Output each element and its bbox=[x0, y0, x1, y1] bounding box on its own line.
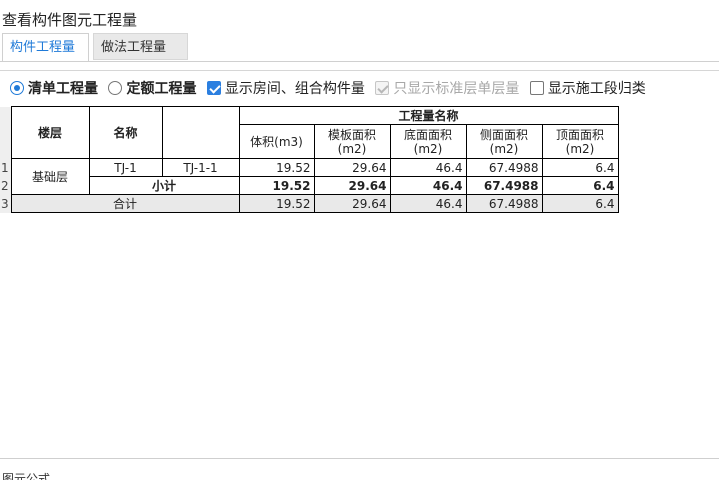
total-side-area-cell[interactable]: 67.4988 bbox=[465, 194, 543, 213]
subtotal-row[interactable]: 2 小计 19.52 29.64 46.4 67.4988 6.4 bbox=[0, 176, 619, 195]
subtotal-label[interactable]: 小计 bbox=[88, 176, 240, 195]
column-header-floor[interactable]: 楼层 bbox=[10, 106, 90, 159]
checkbox-disabled-icon bbox=[375, 81, 390, 95]
show-rooms-checkbox[interactable]: 显示房间、组合构件量 bbox=[206, 78, 365, 98]
formwork-area-cell[interactable]: 29.64 bbox=[313, 158, 391, 177]
subtotal-formwork-area-cell[interactable]: 29.64 bbox=[313, 176, 391, 195]
tab-method-quantity[interactable]: 做法工程量 bbox=[93, 33, 188, 60]
header-row-1: 楼层 名称 工程量名称 bbox=[0, 106, 619, 159]
column-header-blank[interactable] bbox=[161, 106, 240, 159]
row-number-header bbox=[0, 106, 11, 159]
top-area-cell[interactable]: 6.4 bbox=[541, 158, 619, 177]
row-number: 3 bbox=[0, 194, 11, 213]
row-number: 1 bbox=[0, 158, 11, 177]
show-rooms-label: 显示房间、组合构件量 bbox=[224, 81, 365, 97]
column-header-side-area[interactable]: 侧面面积(m2) bbox=[465, 124, 543, 159]
quantity-panel: 清单工程量 定额工程量 显示房间、组合构件量 只显示标准层单层量 显示施工段归类 bbox=[0, 70, 719, 459]
column-group-quantity-name: 工程量名称 bbox=[238, 106, 619, 125]
construction-section-checkbox[interactable]: 显示施工段归类 bbox=[529, 78, 646, 98]
subtotal-volume-cell[interactable]: 19.52 bbox=[238, 176, 315, 195]
name-cell[interactable]: TJ-1 bbox=[88, 158, 163, 177]
quota-quantity-label: 定额工程量 bbox=[126, 81, 197, 97]
total-label[interactable]: 合计 bbox=[10, 194, 240, 213]
total-formwork-area-cell[interactable]: 29.64 bbox=[313, 194, 391, 213]
checkbox-unchecked-icon[interactable] bbox=[529, 81, 544, 95]
construction-section-label: 显示施工段归类 bbox=[547, 81, 646, 97]
side-area-cell[interactable]: 67.4988 bbox=[465, 158, 543, 177]
subtotal-bottom-area-cell[interactable]: 46.4 bbox=[389, 176, 467, 195]
checkbox-checked-icon[interactable] bbox=[206, 81, 221, 95]
standard-floor-label: 只显示标准层单层量 bbox=[393, 81, 520, 97]
subtotal-side-area-cell[interactable]: 67.4988 bbox=[465, 176, 543, 195]
table-row[interactable]: 1 基础层 TJ-1 TJ-1-1 19.52 29.64 46.4 67.49… bbox=[0, 158, 619, 195]
total-row[interactable]: 3 合计 19.52 29.64 46.4 67.4988 6.4 bbox=[0, 194, 619, 213]
row-number: 2 bbox=[0, 176, 11, 195]
total-bottom-area-cell[interactable]: 46.4 bbox=[389, 194, 467, 213]
sub-name-cell[interactable]: TJ-1-1 bbox=[161, 158, 240, 177]
volume-cell[interactable]: 19.52 bbox=[238, 158, 315, 177]
standard-floor-checkbox: 只显示标准层单层量 bbox=[375, 78, 519, 98]
window-title: 查看构件图元工程量 bbox=[2, 11, 138, 29]
column-header-volume[interactable]: 体积(m3) bbox=[238, 124, 315, 159]
radio-selected-icon[interactable] bbox=[10, 81, 24, 95]
bottom-area-cell[interactable]: 46.4 bbox=[389, 158, 467, 177]
column-header-bottom-area[interactable]: 底面面积(m2) bbox=[389, 124, 467, 159]
total-volume-cell[interactable]: 19.52 bbox=[238, 194, 315, 213]
tab-bar: 构件工程量 做法工程量 bbox=[0, 33, 719, 62]
quantity-grid: 楼层 名称 工程量名称 体积(m3) 模板面积(m2) 底面面积(m2) 侧面面… bbox=[0, 106, 619, 213]
options-bar: 清单工程量 定额工程量 显示房间、组合构件量 只显示标准层单层量 显示施工段归类 bbox=[10, 78, 652, 98]
column-header-formwork-area[interactable]: 模板面积(m2) bbox=[313, 124, 391, 159]
quota-quantity-radio[interactable]: 定额工程量 bbox=[108, 78, 196, 98]
radio-unselected-icon[interactable] bbox=[108, 81, 123, 95]
total-top-area-cell[interactable]: 6.4 bbox=[541, 194, 619, 213]
tab-component-quantity[interactable]: 构件工程量 bbox=[2, 33, 89, 62]
list-quantity-label: 清单工程量 bbox=[28, 81, 98, 97]
column-header-top-area[interactable]: 顶面面积(m2) bbox=[541, 124, 619, 159]
subtotal-top-area-cell[interactable]: 6.4 bbox=[541, 176, 619, 195]
list-quantity-radio[interactable]: 清单工程量 bbox=[10, 78, 98, 98]
formula-section-label: 图元公式 bbox=[2, 472, 51, 480]
floor-cell[interactable]: 基础层 bbox=[10, 158, 90, 195]
quantity-table: 楼层 名称 工程量名称 体积(m3) 模板面积(m2) 底面面积(m2) 侧面面… bbox=[0, 106, 619, 213]
column-header-name[interactable]: 名称 bbox=[88, 106, 163, 159]
tab-divider bbox=[0, 61, 719, 62]
